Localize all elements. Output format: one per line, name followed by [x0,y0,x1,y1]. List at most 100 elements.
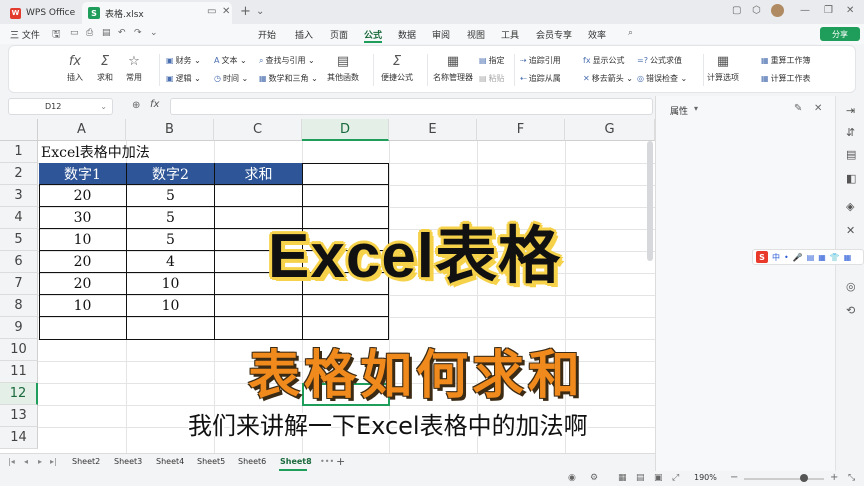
zoom-in-button[interactable]: + [830,472,838,483]
paste-button[interactable]: ▤ 粘贴 [479,73,505,84]
cell-a3[interactable]: 20 [39,185,127,207]
first-sheet-icon[interactable]: |◂ [8,457,15,466]
other-functions-button[interactable]: ▤ 其他函数 [327,54,359,83]
calc-options-button[interactable]: ▦ 计算选项 [707,54,739,83]
minimize-icon[interactable]: — [800,5,810,16]
define-button[interactable]: ▤ 指定 [479,55,505,66]
time-button[interactable]: ◷ 时间 ⌄ [214,73,248,84]
next-sheet-icon[interactable]: ▸ [38,457,42,466]
cell-a8[interactable]: 10 [39,295,127,317]
maximize-icon[interactable]: ❐ [824,5,833,16]
cell-b5[interactable]: 5 [127,229,215,251]
style-icon[interactable]: ▤ [846,148,856,161]
column-header-g[interactable]: G [565,119,655,141]
properties-icon[interactable]: ⇵ [846,126,855,139]
select-all-corner[interactable] [0,119,38,141]
row-header-4[interactable]: 4 [0,207,38,229]
row-header-13[interactable]: 13 [0,405,38,427]
column-header-a[interactable]: A [38,119,126,141]
trace-dependents-button[interactable]: ⇠ 追踪从属 [520,73,561,84]
gear-icon[interactable]: ⚙ [590,473,598,483]
autosum-button[interactable]: Σ 求和 [97,54,113,83]
page-view-icon[interactable]: ▤ [636,473,645,483]
row-header-12[interactable]: 12 [0,383,38,405]
ime-chinese-mode[interactable]: 中 [772,252,780,263]
cell-d2[interactable] [303,163,389,185]
menu-efficiency[interactable]: 效率 [588,28,606,41]
cell-b8[interactable]: 10 [127,295,215,317]
cell-a9[interactable] [39,317,127,340]
add-sheet-button[interactable]: + [336,455,345,468]
undo-icon[interactable]: ↶ [118,28,126,38]
page-break-icon[interactable]: ▣ [654,473,663,483]
tools-icon[interactable]: ✕ [846,224,855,237]
cell-a1-title[interactable]: Excel表格中加法 [39,141,299,163]
grid-icon[interactable]: ▦ [818,253,826,262]
dropdown-icon[interactable]: ⌄ [150,28,158,38]
fullscreen-icon[interactable]: ⤢ [672,473,679,483]
sheet-tab-sheet6[interactable]: Sheet6 [238,457,266,466]
cell-c2-header[interactable]: 求和 [215,163,303,185]
print-icon[interactable]: ⎙ [86,28,93,38]
quick-formula-button[interactable]: Σ 便捷公式 [381,54,413,83]
logic-button[interactable]: ▣ 逻辑 ⌄ [166,73,201,84]
chevron-down-icon[interactable]: ⌄ [100,102,107,111]
cell-c8[interactable] [215,295,303,317]
prev-sheet-icon[interactable]: ◂ [24,457,28,466]
trace-precedents-button[interactable]: ⇢ 追踪引用 [520,55,561,66]
history-icon[interactable]: ⟲ [846,304,855,317]
share-button[interactable]: 分享 [820,27,860,41]
formula-input[interactable] [170,98,653,115]
search-icon[interactable]: ⌕ [628,28,633,38]
name-box[interactable]: D12 ⌄ [8,98,113,115]
preview-icon[interactable]: ▤ [102,28,111,38]
menu-data[interactable]: 数据 [398,28,416,41]
ime-toolbar[interactable]: S 中 • 🎤 ▤ ▦ 👕 ▦ [752,249,864,265]
column-header-b[interactable]: B [126,119,214,141]
column-header-e[interactable]: E [389,119,477,141]
save-icon[interactable]: 🖫 [52,27,61,44]
row-header-3[interactable]: 3 [0,185,38,207]
cell-a5[interactable]: 10 [39,229,127,251]
fit-icon[interactable]: ⤡ [848,473,855,483]
sheet-tab-sheet3[interactable]: Sheet3 [114,457,142,466]
row-header-14[interactable]: 14 [0,427,38,449]
file-menu[interactable]: 三 文件 [10,28,40,41]
vertical-scrollbar[interactable] [647,141,653,261]
pin-icon[interactable]: ✎ [794,103,802,114]
menu-insert[interactable]: 插入 [295,28,313,41]
column-header-d[interactable]: D [302,119,389,141]
menu-page[interactable]: 页面 [330,28,348,41]
shape-icon[interactable]: ◈ [846,200,854,213]
zoom-icon[interactable]: ⊕ [132,100,140,111]
zoom-slider[interactable] [744,478,824,480]
error-check-button[interactable]: ◎ 错误检查 ⌄ [637,73,687,84]
sheet-tab-sheet8[interactable]: Sheet8 [280,457,312,466]
row-header-10[interactable]: 10 [0,339,38,361]
cell-b2-header[interactable]: 数字2 [127,163,215,185]
help-icon[interactable]: ◎ [846,280,856,293]
cell-c3[interactable] [215,185,303,207]
screen-icon[interactable]: ▭ [207,6,216,17]
row-header-1[interactable]: 1 [0,141,38,163]
recalc-workbook-button[interactable]: ▦ 重算工作簿 [761,55,811,66]
window-layout-icon[interactable]: ▢ [732,5,741,16]
tab-wps-office[interactable]: W WPS Office [4,2,78,24]
evaluate-formula-button[interactable]: =? 公式求值 [637,55,682,66]
zoom-out-button[interactable]: − [730,472,738,483]
sheet-tab-sheet2[interactable]: Sheet2 [72,457,100,466]
menu-tools[interactable]: 工具 [501,28,519,41]
new-tab-button[interactable]: + [240,4,251,19]
normal-view-icon[interactable]: ▦ [618,473,627,483]
menu-review[interactable]: 审阅 [432,28,450,41]
ime-punctuation-icon[interactable]: • [784,253,789,262]
microphone-icon[interactable]: 🎤 [793,253,803,262]
close-panel-icon[interactable]: ✕ [814,103,822,114]
math-button[interactable]: ▦ 数学和三角 ⌄ [259,73,318,84]
cell-a7[interactable]: 20 [39,273,127,295]
cell-b9[interactable] [127,317,215,340]
cell-d8[interactable] [303,295,389,317]
text-button[interactable]: A 文本 ⌄ [214,55,247,66]
zoom-slider-handle[interactable] [800,474,808,482]
row-header-5[interactable]: 5 [0,229,38,251]
